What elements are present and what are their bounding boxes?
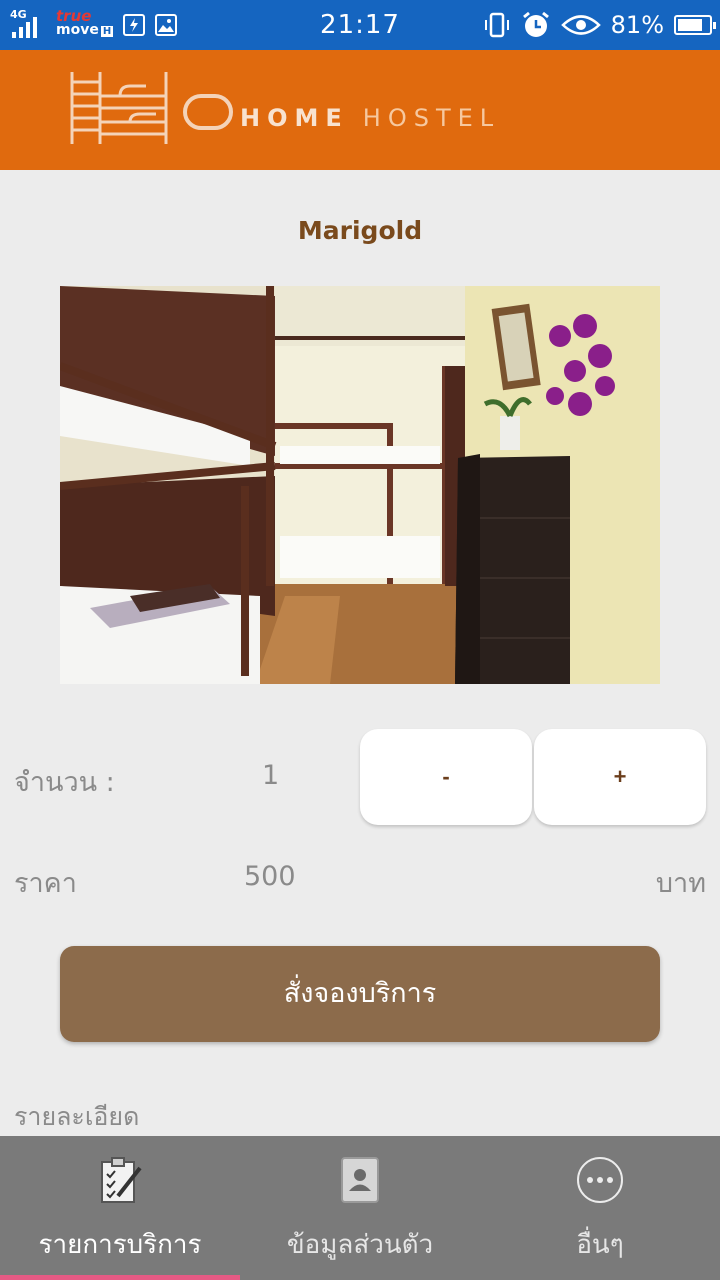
book-service-button[interactable]: สั่งจองบริการ xyxy=(60,946,660,1042)
more-icon xyxy=(577,1157,623,1203)
price-unit: บาท xyxy=(655,868,706,899)
status-bar: 4G true move H 21:17 81% xyxy=(0,0,720,50)
logo-text-bold: HOME xyxy=(240,104,349,132)
tab-more-label: อื่นๆ xyxy=(576,1230,624,1260)
vibrate-icon xyxy=(484,12,509,38)
quantity-value: 1 xyxy=(262,760,280,791)
tab-more[interactable]: อื่นๆ xyxy=(480,1136,720,1280)
quantity-label: จำนวน : xyxy=(14,767,115,798)
battery-level xyxy=(678,19,703,31)
logo-text: HOME HOSTEL xyxy=(240,104,500,132)
battery-percent: 81% xyxy=(610,11,664,39)
tab-services-label: รายการบริการ xyxy=(38,1230,202,1260)
logo-text-light: HOSTEL xyxy=(362,104,501,132)
contact-book-icon xyxy=(341,1157,379,1203)
active-tab-indicator xyxy=(0,1275,240,1280)
app-header: HOME HOSTEL xyxy=(0,50,720,170)
increase-quantity-button[interactable]: + xyxy=(534,729,706,825)
tab-profile[interactable]: ข้อมูลส่วนตัว xyxy=(240,1136,480,1280)
tab-services[interactable]: รายการบริการ xyxy=(0,1136,240,1280)
room-photo xyxy=(60,286,660,684)
price-label: ราคา xyxy=(14,868,77,899)
room-title: Marigold xyxy=(297,216,423,245)
checklist-icon xyxy=(101,1157,142,1203)
details-heading: รายละเอียด xyxy=(14,1102,140,1131)
logo-at-symbol xyxy=(183,94,233,130)
eye-icon xyxy=(560,15,601,35)
battery-icon xyxy=(674,15,716,35)
alarm-icon xyxy=(522,11,549,37)
bottom-tab-bar: รายการบริการ ข้อมูลส่วนตัว อื่นๆ xyxy=(0,1136,720,1280)
price-value: 500 xyxy=(244,861,296,892)
decrease-quantity-button[interactable]: - xyxy=(360,729,532,825)
tab-profile-label: ข้อมูลส่วนตัว xyxy=(286,1230,434,1260)
status-bar-right: 81% xyxy=(483,8,716,42)
bunk-bed-logo-icon xyxy=(70,72,168,144)
